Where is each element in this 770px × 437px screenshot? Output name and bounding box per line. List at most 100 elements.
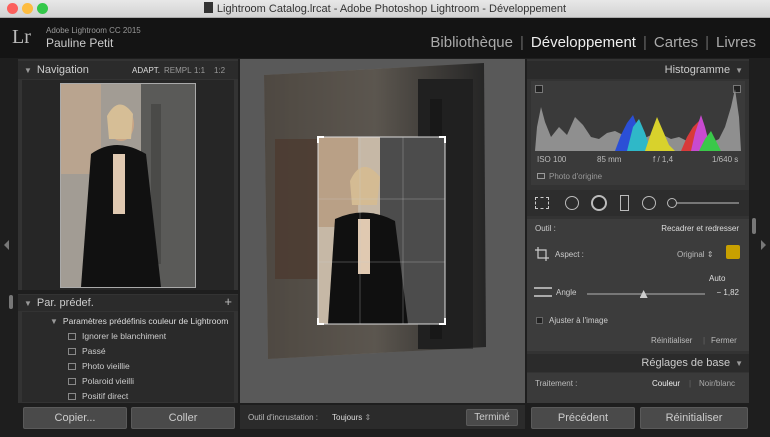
left-panel: ▼ Navigation ADAPT. REMPL 1:1 1:2 ▼ Par. p… (18, 59, 238, 403)
histogram-focal: 85 mm (597, 155, 622, 164)
red-eye-tool-icon[interactable] (591, 195, 607, 211)
done-button[interactable]: Terminé (466, 409, 518, 426)
dropdown-arrows-icon: ⇕ (364, 413, 372, 422)
original-photo-label: Photo d'origine (549, 172, 603, 181)
histogram-shutter: 1/640 s (712, 155, 739, 164)
constrain-to-image-checkbox[interactable] (536, 317, 543, 324)
zoom-1-1[interactable]: 1:1 (194, 66, 205, 75)
collapse-left-panel-arrow-icon[interactable] (4, 240, 9, 250)
zoom-1-2[interactable]: 1:2 (214, 66, 225, 75)
module-map[interactable]: Cartes (654, 34, 698, 51)
overlay-select[interactable]: Toujours ⇕ (332, 413, 371, 422)
basic-title-row: Réglages de base ▼ (641, 357, 743, 369)
navigator-preview-area[interactable] (22, 80, 234, 290)
presets-header[interactable]: ▼ Par. prédef. + (18, 294, 238, 311)
app-version: Adobe Lightroom CC 2015 (46, 26, 141, 35)
dropdown-arrows-icon: ⇕ (706, 250, 714, 259)
copy-settings-button[interactable]: Copier... (23, 407, 127, 429)
angle-label: Angle (556, 288, 577, 297)
basic-title: Réglages de base (641, 357, 731, 369)
preset-item-label: Ignorer le blanchiment (82, 331, 167, 341)
aspect-lock-icon[interactable] (726, 245, 740, 259)
graduated-filter-tool-icon[interactable] (620, 195, 629, 211)
histogram-header[interactable]: Histogramme ▼ (527, 61, 749, 79)
document-icon (203, 2, 213, 13)
crop-close-button[interactable]: Fermer (711, 336, 737, 345)
preset-folder-label: Paramètres prédéfinis couleur de Lightro… (62, 316, 229, 326)
crop-frame-icon[interactable] (535, 247, 549, 261)
left-panel-scrollbar[interactable] (9, 295, 13, 309)
navigator-title-row: ▼ Navigation (24, 64, 89, 76)
histogram-display[interactable]: ISO 100 85 mm f / 1,4 1/640 s Photo d'or… (531, 81, 745, 185)
navigator-header[interactable]: ▼ Navigation ADAPT. REMPL 1:1 1:2 (18, 61, 238, 79)
treatment-bw[interactable]: Noir/blanc (699, 379, 735, 388)
collapse-right-panel-arrow-icon[interactable] (761, 240, 766, 250)
add-preset-icon[interactable]: + (224, 294, 232, 309)
preset-item[interactable]: Passé (68, 346, 106, 356)
navigator-preview-image (60, 83, 196, 288)
preset-item-label: Passé (82, 346, 106, 356)
histogram-aperture: f / 1,4 (653, 155, 674, 164)
crop-reset-button[interactable]: Réinitialiser (651, 336, 692, 345)
window-titlebar: Lightroom Catalog.lrcat - Adobe Photosho… (0, 0, 770, 18)
module-separator: | (520, 34, 524, 51)
constrain-to-image-label: Ajuster à l'image (549, 316, 608, 325)
preset-icon (68, 393, 76, 400)
module-library[interactable]: Bibliothèque (430, 34, 513, 51)
overlay-label: Outil d'incrustation : (248, 413, 319, 422)
preset-icon (68, 348, 76, 355)
tool-label: Outil : (535, 224, 556, 233)
zoom-fit[interactable]: ADAPT. (132, 66, 160, 75)
previous-button[interactable]: Précédent (531, 407, 635, 429)
histogram-iso: ISO 100 (537, 155, 567, 164)
adjustment-brush-tool-icon[interactable] (667, 198, 677, 208)
preset-item-label: Positif direct (82, 391, 129, 401)
preset-item[interactable]: Positif direct (68, 391, 129, 401)
presets-title: Par. prédef. (36, 297, 94, 309)
overlay-value: Toujours (332, 413, 363, 422)
image-canvas[interactable] (240, 59, 525, 403)
treatment-color[interactable]: Couleur (652, 379, 680, 388)
radial-filter-tool-icon[interactable] (642, 196, 656, 210)
treatment-separator: | (689, 379, 692, 388)
preset-icon (68, 363, 76, 370)
collapse-triangle-icon: ▼ (24, 66, 32, 75)
collapse-triangle-icon: ▼ (24, 299, 32, 308)
angle-slider-thumb[interactable] (639, 290, 648, 298)
preset-item[interactable]: Ignorer le blanchiment (68, 331, 167, 341)
treatment-label: Traitement : (535, 379, 578, 388)
preset-folder[interactable]: ▼ Paramètres prédéfinis couleur de Lightr… (50, 316, 228, 326)
histogram-title-row: Histogramme ▼ (665, 64, 743, 76)
panel-divider (18, 290, 238, 294)
crop-preview[interactable] (240, 59, 525, 403)
histogram-graph (535, 89, 741, 151)
module-book[interactable]: Livres (716, 34, 756, 51)
module-develop[interactable]: Développement (531, 34, 636, 51)
original-photo-checkbox[interactable] (537, 173, 545, 179)
lightroom-logo: Lr (12, 26, 31, 48)
spot-removal-tool-icon[interactable] (565, 196, 579, 210)
paste-settings-button[interactable]: Coller (131, 407, 235, 429)
portrait-thumbnail (61, 84, 195, 287)
window-title: Lightroom Catalog.lrcat - Adobe Photosho… (216, 3, 567, 15)
reset-all-button[interactable]: Réinitialiser (640, 407, 748, 429)
angle-value[interactable]: − 1,82 (717, 288, 739, 297)
presets-title-row: ▼ Par. prédef. (24, 297, 94, 309)
adjustment-brush-slider-track (677, 202, 739, 204)
auto-straighten-button[interactable]: Auto (709, 274, 725, 283)
collapse-triangle-icon: ▼ (735, 359, 743, 368)
preset-item[interactable]: Photo vieillie (68, 361, 130, 371)
preset-item[interactable]: Polaroid vieilli (68, 376, 134, 386)
straighten-level-icon[interactable] (534, 287, 552, 297)
module-separator: | (705, 34, 709, 51)
right-panel-scrollbar[interactable] (752, 218, 756, 234)
basic-header[interactable]: Réglages de base ▼ (527, 354, 749, 372)
zoom-fill[interactable]: REMPL (164, 66, 192, 75)
aspect-select[interactable]: Original ⇕ (677, 250, 714, 259)
angle-slider-track[interactable] (587, 290, 705, 298)
crop-overlay-tool-icon[interactable] (535, 197, 549, 209)
preset-icon (68, 378, 76, 385)
aspect-label: Aspect : (555, 250, 584, 259)
window-title-row: Lightroom Catalog.lrcat - Adobe Photosho… (0, 2, 770, 15)
tool-name: Recadrer et redresser (661, 224, 739, 233)
